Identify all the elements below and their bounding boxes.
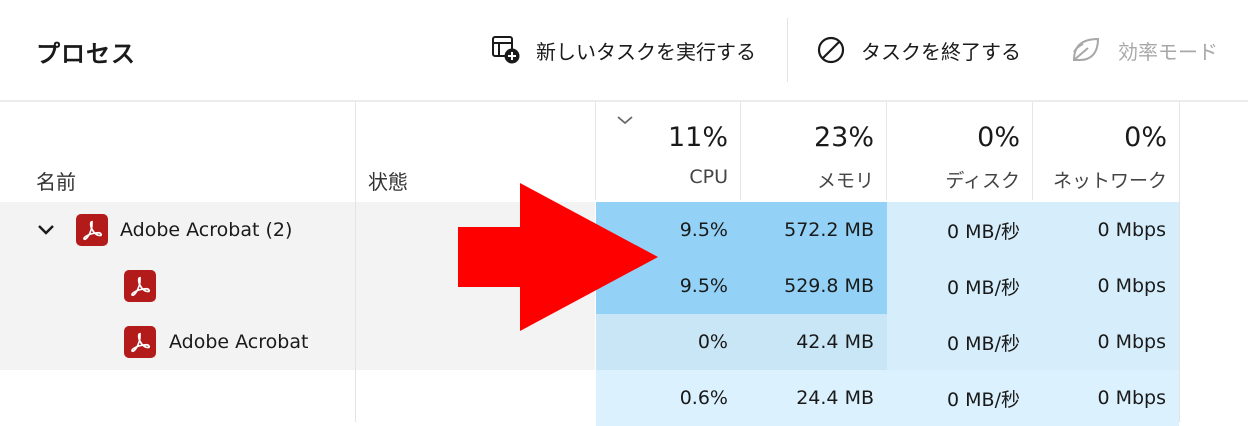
disk-cell: 0 MB/秒	[887, 258, 1033, 314]
disk-cell: 0 MB/秒	[887, 314, 1033, 370]
process-name: Adobe Acrobat	[169, 331, 309, 353]
disk-cell: 0 MB/秒	[887, 202, 1033, 258]
efficiency-mode-button[interactable]: 効率モード	[1070, 28, 1218, 72]
column-divider	[355, 200, 356, 422]
process-name-cell	[0, 258, 355, 314]
memory-cell: 24.4 MB	[741, 370, 887, 426]
expand-chevron-icon[interactable]	[36, 223, 56, 237]
acrobat-icon	[124, 326, 156, 358]
end-task-label: タスクを終了する	[861, 39, 1021, 64]
page-title: プロセス	[36, 40, 136, 68]
efficiency-mode-label: 効率モード	[1118, 39, 1218, 64]
network-column-label: ネットワーク	[1052, 170, 1167, 192]
name-column-label: 名前	[36, 170, 76, 194]
network-cell: 0 Mbps	[1033, 370, 1179, 426]
network-cell: 0 Mbps	[1033, 202, 1179, 258]
toolbar-separator	[787, 18, 788, 82]
memory-cell: 529.8 MB	[741, 258, 887, 314]
column-divider	[1179, 200, 1180, 422]
sort-chevron-icon	[617, 116, 633, 125]
memory-cell: 572.2 MB	[741, 202, 887, 258]
process-name-cell: Adobe Acrobat (2)	[0, 202, 355, 258]
disk-column-header[interactable]: 0% ディスク	[887, 102, 1033, 200]
process-name-cell	[0, 370, 355, 426]
acrobat-icon	[76, 214, 108, 246]
network-cell: 0 Mbps	[1033, 258, 1179, 314]
toolbar: プロセス 新しいタスクを実行する タスクを終了する 効率モード	[0, 0, 1248, 102]
memory-column-header[interactable]: 23% メモリ	[741, 102, 887, 200]
status-column-label: 状態	[368, 170, 408, 194]
disk-column-label: ディスク	[945, 170, 1020, 192]
end-task-button[interactable]: タスクを終了する	[815, 28, 1021, 72]
memory-cell: 42.4 MB	[741, 314, 887, 370]
run-task-icon	[492, 36, 520, 64]
table-row[interactable]: 0.6% 24.4 MB 0 MB/秒 0 Mbps	[0, 370, 1248, 426]
memory-total-percent: 23%	[813, 122, 874, 153]
process-name-cell: Adobe Acrobat	[0, 314, 355, 370]
memory-column-label: メモリ	[816, 170, 874, 192]
disk-total-percent: 0%	[977, 122, 1020, 153]
acrobat-icon	[124, 270, 156, 302]
cpu-cell: 0.6%	[596, 370, 741, 426]
efficiency-leaf-icon	[1072, 37, 1100, 61]
disk-cell: 0 MB/秒	[887, 370, 1033, 426]
run-new-task-label: 新しいタスクを実行する	[536, 39, 756, 64]
cpu-column-label: CPU	[689, 166, 728, 188]
red-arrow-annotation	[458, 183, 658, 331]
network-total-percent: 0%	[1124, 122, 1167, 153]
run-new-task-button[interactable]: 新しいタスクを実行する	[490, 28, 756, 72]
status-cell	[355, 370, 595, 426]
cpu-total-percent: 11%	[667, 122, 728, 153]
process-name: Adobe Acrobat (2)	[120, 219, 293, 241]
network-column-header[interactable]: 0% ネットワーク	[1033, 102, 1180, 200]
end-task-icon	[817, 36, 845, 64]
network-cell: 0 Mbps	[1033, 314, 1179, 370]
